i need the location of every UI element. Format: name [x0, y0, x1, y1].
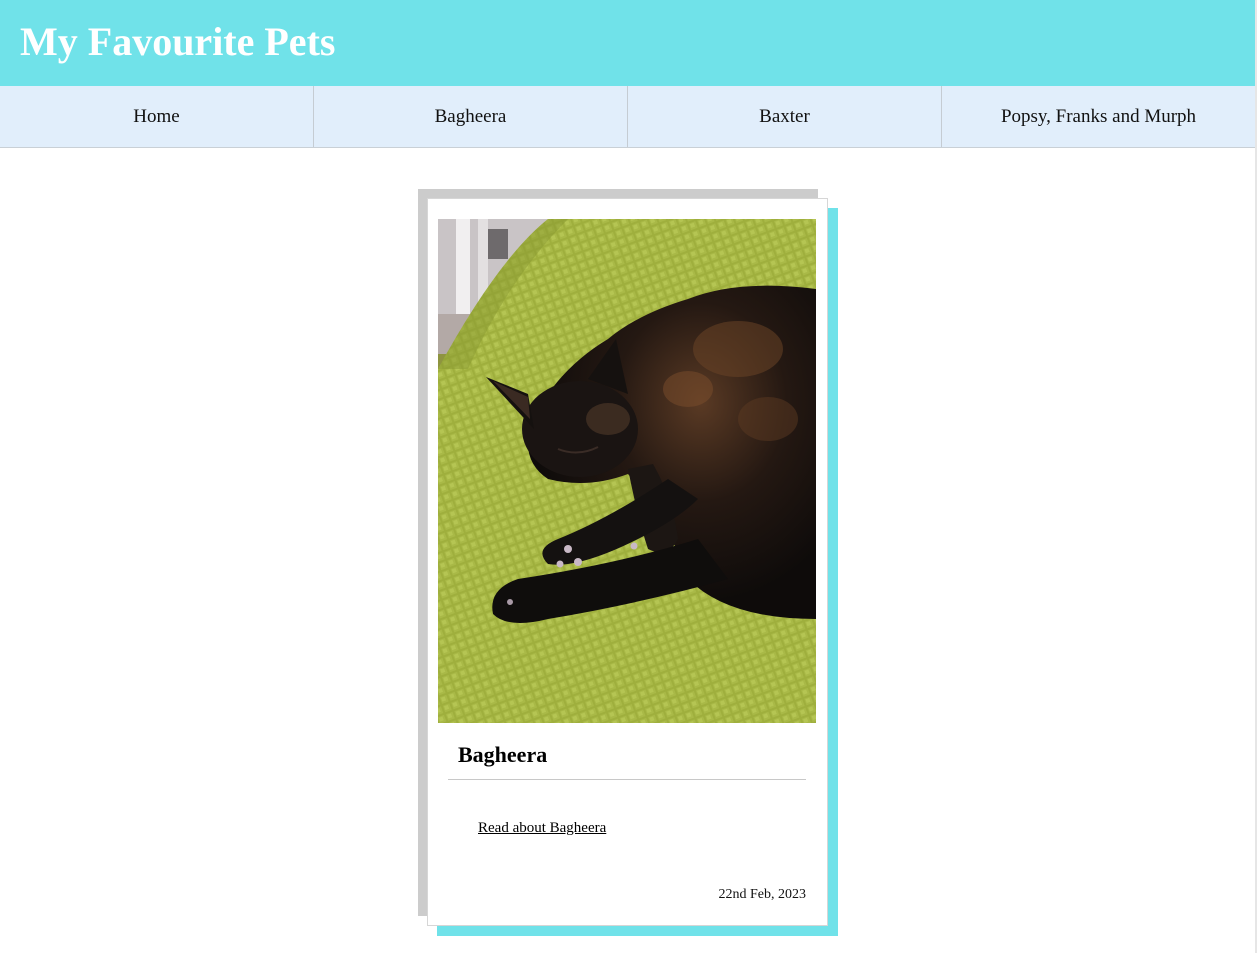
main-nav: Home Bagheera Baxter Popsy, Franks and M… — [0, 86, 1255, 148]
site-title: My Favourite Pets — [20, 19, 336, 64]
nav-item-home[interactable]: Home — [0, 86, 314, 147]
site-header: My Favourite Pets — [0, 0, 1255, 86]
card-photo — [438, 219, 816, 723]
page: My Favourite Pets Home Bagheera Baxter P… — [0, 0, 1257, 953]
card-title: Bagheera — [458, 742, 548, 767]
nav-item-popsy-franks-murph[interactable]: Popsy, Franks and Murph — [942, 86, 1255, 147]
card-divider — [448, 779, 806, 780]
nav-item-baxter[interactable]: Baxter — [628, 86, 942, 147]
read-about-link[interactable]: Read about Bagheera — [478, 820, 606, 837]
pet-card: Bagheera Read about Bagheera 22nd Feb, 2… — [427, 198, 828, 926]
nav-item-bagheera[interactable]: Bagheera — [314, 86, 628, 147]
sleeping-cat-photo-icon — [438, 219, 816, 723]
card-date: 22nd Feb, 2023 — [718, 887, 807, 902]
